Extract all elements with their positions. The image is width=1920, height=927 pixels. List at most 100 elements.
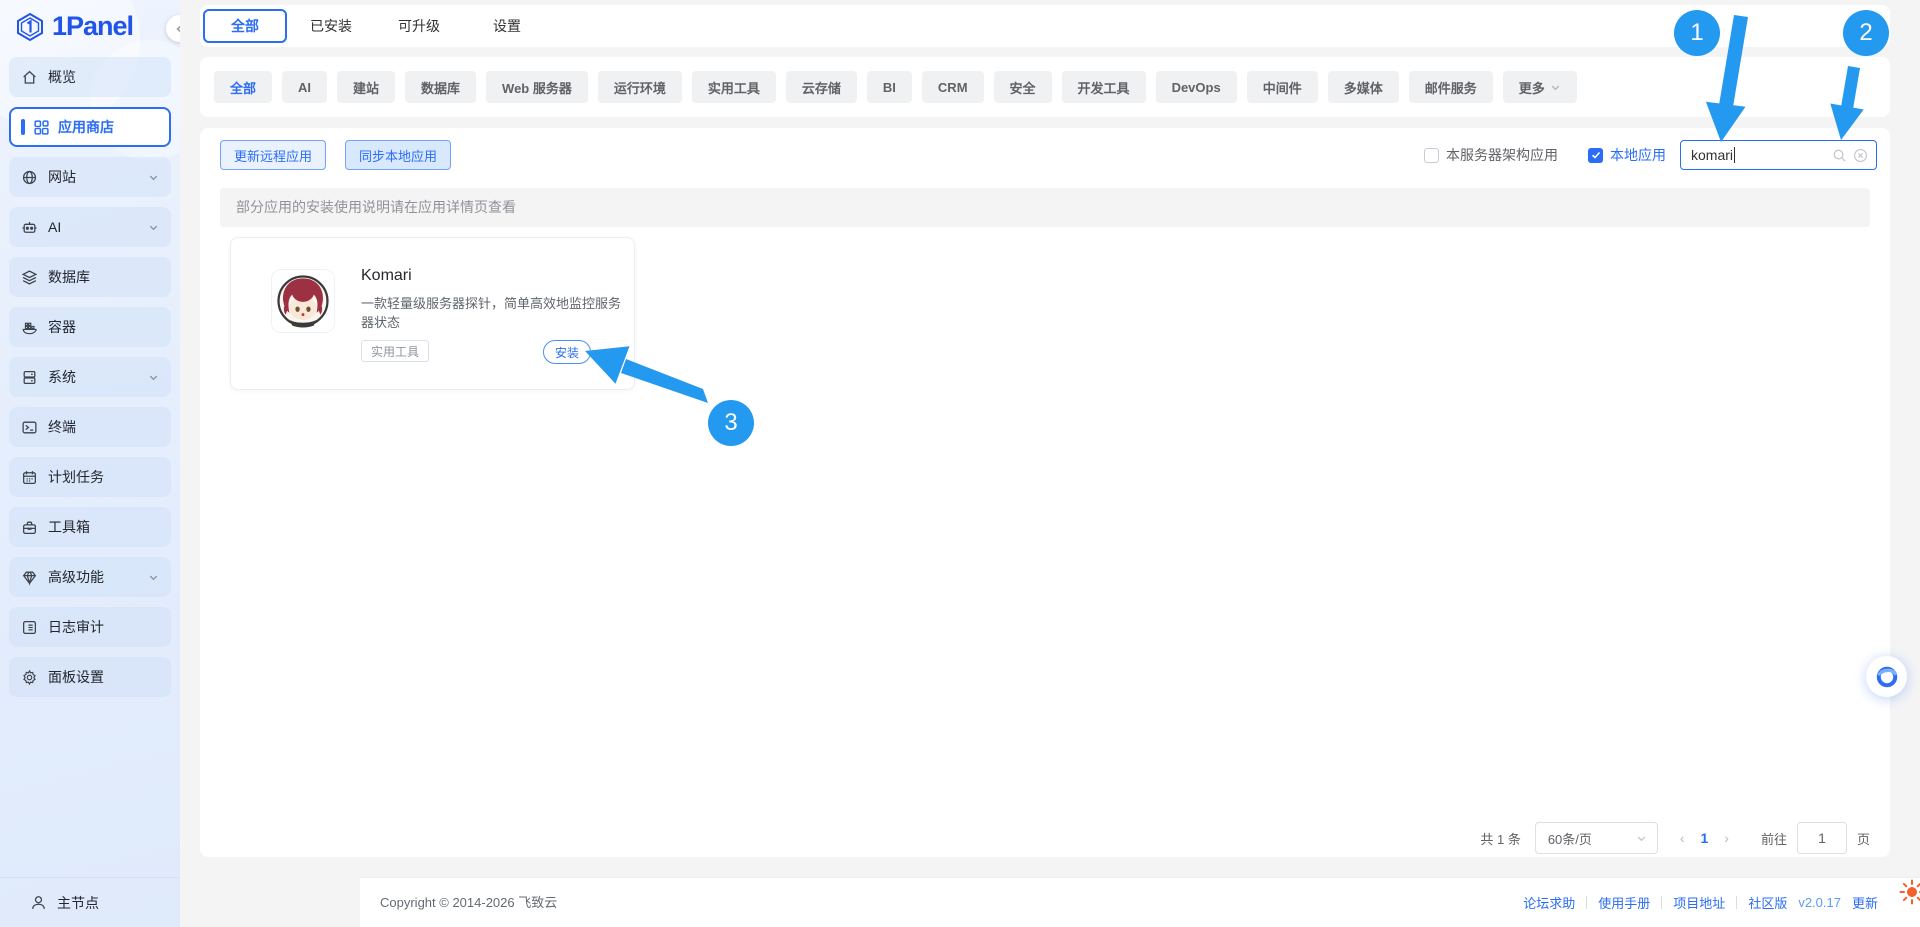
sidebar-item-terminal[interactable]: 终端 [9, 407, 171, 447]
brand-name: 1Panel [52, 11, 133, 42]
server-arch-checkbox[interactable]: 本服务器架构应用 [1424, 145, 1558, 165]
current-page[interactable]: 1 [1701, 830, 1709, 846]
footer-link-forum[interactable]: 论坛求助 [1523, 893, 1575, 912]
main-content: 全部 已安装 可升级 设置 全部 AI 建站 数据库 Web 服务器 运行环境 … [180, 0, 1920, 927]
goto-page-input[interactable]: 1 [1797, 822, 1847, 854]
footer-update-link[interactable]: 更新 [1852, 893, 1878, 912]
sidebar-item-label: 计划任务 [48, 467, 104, 487]
footer: Copyright © 2014-2026 飞致云 论坛求助 使用手册 项目地址… [360, 877, 1920, 927]
sidebar-item-cron[interactable]: 计划任务 [9, 457, 171, 497]
tab-installed[interactable]: 已安装 [287, 16, 375, 36]
next-page-button[interactable]: › [1724, 830, 1729, 846]
category-chip-bi[interactable]: BI [867, 71, 912, 103]
brand-logo[interactable]: 1Panel [15, 11, 133, 42]
sidebar-item-master-node[interactable]: 主节点 [0, 877, 180, 927]
assistant-float-button[interactable] [1866, 656, 1907, 697]
footer-links: 论坛求助 使用手册 项目地址 社区版 v2.0.17 更新 [1523, 878, 1878, 927]
calendar-icon [21, 469, 38, 486]
sidebar-item-label: 工具箱 [48, 517, 90, 537]
tab-settings[interactable]: 设置 [463, 16, 551, 36]
filter-controls: 本服务器架构应用 本地应用 komari [1424, 140, 1877, 170]
sidebar-item-database[interactable]: 数据库 [9, 257, 171, 297]
checkbox-label: 本地应用 [1610, 145, 1666, 165]
sidebar-menu: 概览 应用商店 网站 AI 数据库 容器 系统 [9, 57, 171, 707]
category-chip-website[interactable]: 建站 [337, 71, 395, 103]
category-chip-cloudstorage[interactable]: 云存储 [786, 71, 857, 103]
category-chip-devops[interactable]: DevOps [1156, 71, 1237, 103]
sidebar-item-overview[interactable]: 概览 [9, 57, 171, 97]
category-chip-devtools[interactable]: 开发工具 [1062, 71, 1146, 103]
sidebar-item-label: 主节点 [57, 893, 99, 913]
search-icon[interactable] [1832, 148, 1847, 163]
text-cursor [1734, 147, 1735, 163]
category-chip-multimedia[interactable]: 多媒体 [1328, 71, 1399, 103]
page-size-select[interactable]: 60条/页 [1535, 822, 1658, 854]
checkbox-checked-icon [1588, 148, 1603, 163]
category-chip-webserver[interactable]: Web 服务器 [486, 71, 588, 103]
category-chip-security[interactable]: 安全 [994, 71, 1052, 103]
search-input[interactable]: komari [1680, 140, 1877, 170]
category-chip-runtime[interactable]: 运行环境 [598, 71, 682, 103]
install-button[interactable]: 安装 [543, 340, 591, 364]
server-icon [21, 369, 38, 386]
sidebar-item-container[interactable]: 容器 [9, 307, 171, 347]
home-icon [21, 69, 38, 86]
footer-edition[interactable]: 社区版 [1748, 893, 1787, 912]
sidebar-item-label: 终端 [48, 417, 76, 437]
category-chip-more[interactable]: 更多 [1503, 71, 1577, 103]
sidebar-item-label: 面板设置 [48, 667, 104, 687]
search-query-text: komari [1691, 147, 1733, 163]
category-chip-middleware[interactable]: 中间件 [1247, 71, 1318, 103]
category-chip-ai[interactable]: AI [282, 71, 327, 103]
sidebar-item-label: 数据库 [48, 267, 90, 287]
prev-page-button[interactable]: ‹ [1680, 830, 1685, 846]
pagination-total: 共 1 条 [1480, 829, 1520, 848]
sidebar-collapse-button[interactable] [166, 15, 180, 42]
tab-upgradable[interactable]: 可升级 [375, 16, 463, 36]
sidebar-item-ai[interactable]: AI [9, 207, 171, 247]
info-banner: 部分应用的安装使用说明请在应用详情页查看 [220, 188, 1870, 227]
category-chip-crm[interactable]: CRM [922, 71, 984, 103]
sidebar-item-label: 日志审计 [48, 617, 104, 637]
footer-version[interactable]: v2.0.17 [1798, 895, 1841, 910]
footer-link-project[interactable]: 项目地址 [1673, 893, 1725, 912]
goto-label: 前往 [1761, 829, 1787, 848]
sidebar-item-label: 高级功能 [48, 567, 104, 587]
app-description: 一款轻量级服务器探针，简单高效地监控服务器状态 [361, 294, 621, 332]
sidebar-item-system[interactable]: 系统 [9, 357, 171, 397]
app-name: Komari [361, 267, 412, 285]
chevron-down-icon [148, 372, 159, 383]
sidebar-item-settings[interactable]: 面板设置 [9, 657, 171, 697]
chevron-down-icon [148, 172, 159, 183]
sidebar-item-advanced[interactable]: 高级功能 [9, 557, 171, 597]
diamond-icon [21, 569, 38, 586]
divider [1586, 896, 1587, 909]
local-apps-checkbox[interactable]: 本地应用 [1588, 145, 1666, 165]
page-size-value: 60条/页 [1548, 829, 1592, 848]
theme-sun-icon[interactable] [1898, 878, 1920, 911]
divider [1661, 896, 1662, 909]
tab-all[interactable]: 全部 [203, 9, 287, 43]
user-icon [30, 894, 47, 911]
clear-search-icon[interactable] [1853, 148, 1868, 163]
app-card-komari[interactable]: Komari 一款轻量级服务器探针，简单高效地监控服务器状态 实用工具 安装 [230, 237, 635, 390]
assistant-swirl-icon [1874, 664, 1900, 690]
footer-link-manual[interactable]: 使用手册 [1598, 893, 1650, 912]
category-chip-tools[interactable]: 实用工具 [692, 71, 776, 103]
app-logo-komari [271, 269, 335, 333]
sidebar-item-appstore[interactable]: 应用商店 [9, 107, 171, 147]
category-chip-all[interactable]: 全部 [214, 71, 272, 103]
update-remote-apps-button[interactable]: 更新远程应用 [220, 140, 326, 170]
sidebar-item-label: 概览 [48, 67, 76, 87]
checkbox-unchecked-icon [1424, 148, 1439, 163]
sidebar-item-label: 系统 [48, 367, 76, 387]
app-tag: 实用工具 [361, 340, 429, 362]
sidebar-item-label: 应用商店 [58, 117, 114, 137]
sync-local-apps-button[interactable]: 同步本地应用 [345, 140, 451, 170]
category-chip-database[interactable]: 数据库 [405, 71, 476, 103]
sidebar-item-logs[interactable]: 日志审计 [9, 607, 171, 647]
sidebar-item-website[interactable]: 网站 [9, 157, 171, 197]
sidebar-item-toolbox[interactable]: 工具箱 [9, 507, 171, 547]
sidebar: 1Panel 概览 应用商店 网站 AI 数据库 容器 [0, 0, 180, 927]
category-chip-mail[interactable]: 邮件服务 [1409, 71, 1493, 103]
